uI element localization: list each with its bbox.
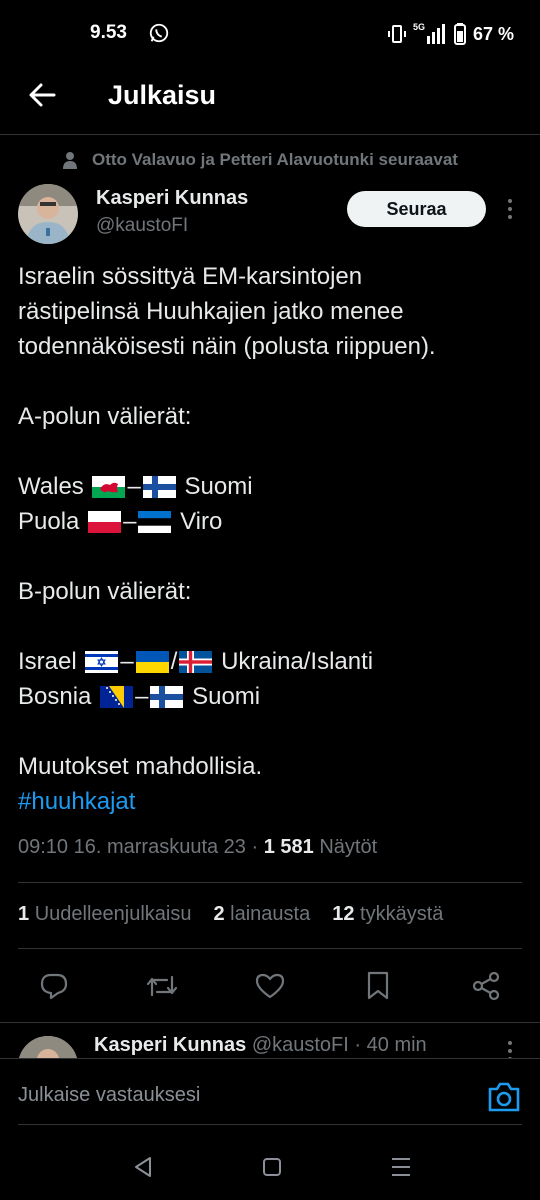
repost-icon bbox=[146, 975, 178, 997]
views-label: Näytöt bbox=[319, 836, 378, 858]
engagement-stats: 1 Uudelleenjulkaisu 2 lainausta 12 tykkä… bbox=[18, 903, 443, 926]
timestamp[interactable]: 09:10 16. marraskuuta 23 bbox=[18, 836, 246, 858]
match-poland-estonia: Puola – Viro bbox=[18, 504, 528, 539]
tweet-actions bbox=[18, 962, 522, 1010]
author-name[interactable]: Kasperi Kunnas bbox=[96, 187, 248, 210]
a-path-heading: A-polun välierät: bbox=[18, 403, 192, 430]
team-ukraine-iceland: Ukraina/Islanti bbox=[221, 648, 374, 675]
reposts-stat[interactable]: 1 Uudelleenjulkaisu bbox=[18, 903, 191, 926]
share-button[interactable] bbox=[470, 970, 502, 1002]
wales-flag-icon bbox=[92, 475, 126, 498]
match-bosnia-finland: Bosnia – Suomi bbox=[18, 679, 528, 714]
page-header bbox=[0, 70, 540, 135]
divider bbox=[18, 1124, 522, 1125]
battery-level: 67 % bbox=[473, 23, 515, 44]
person-icon bbox=[63, 152, 77, 169]
tweet-line: rästipelinsä Huuhkajien jatko menee bbox=[18, 298, 404, 325]
match-israel-ukraine-iceland: Israel – / Ukraina/Islanti bbox=[18, 644, 528, 679]
tweet-line: todennäköisesti näin (polusta riippuen). bbox=[18, 333, 436, 360]
battery-icon bbox=[454, 23, 467, 45]
slash: / bbox=[170, 648, 178, 675]
share-icon bbox=[472, 971, 500, 1001]
bookmark-icon bbox=[367, 971, 389, 1000]
quotes-stat[interactable]: 2 lainausta bbox=[213, 903, 310, 926]
camera-icon[interactable] bbox=[486, 1080, 522, 1114]
dash: – bbox=[120, 648, 134, 675]
iceland-flag-icon bbox=[179, 650, 213, 673]
reply-author-name: Kasperi Kunnas bbox=[94, 1034, 247, 1056]
follow-button[interactable]: Seuraa bbox=[347, 191, 486, 227]
likes-stat[interactable]: 12 tykkäystä bbox=[332, 903, 443, 926]
likes-label: tykkäystä bbox=[360, 903, 444, 925]
estonia-flag-icon bbox=[138, 510, 172, 533]
tweet-meta: 09:10 16. marraskuuta 23 · 1 581 Näytöt bbox=[18, 836, 377, 859]
hashtag-link[interactable]: #huuhkajat bbox=[18, 784, 528, 819]
nav-recents-icon[interactable] bbox=[386, 1152, 416, 1182]
nav-home-icon[interactable] bbox=[257, 1152, 287, 1182]
more-options-icon[interactable] bbox=[500, 196, 520, 222]
dash: – bbox=[123, 508, 137, 535]
quotes-count: 2 bbox=[213, 903, 225, 925]
network-type: 5G bbox=[413, 22, 426, 32]
reply-time: 40 min bbox=[366, 1034, 427, 1056]
b-path-heading: B-polun välierät: bbox=[18, 578, 192, 605]
match-wales-finland: Wales – Suomi bbox=[18, 469, 528, 504]
tweet-outro: Muutokset mahdollisia. bbox=[18, 753, 263, 780]
repost-button[interactable] bbox=[146, 970, 178, 1002]
finland-flag-icon bbox=[142, 475, 176, 498]
status-indicators: 5G 67 % bbox=[388, 22, 514, 46]
divider bbox=[0, 1022, 540, 1023]
dash: – bbox=[127, 473, 141, 500]
dash: – bbox=[135, 683, 149, 710]
team-poland: Puola bbox=[18, 508, 80, 535]
views-count: 1 581 bbox=[263, 836, 314, 858]
signal-icon bbox=[427, 24, 446, 44]
bosnia-flag-icon bbox=[100, 685, 134, 708]
team-bosnia: Bosnia bbox=[18, 683, 92, 710]
reply-input[interactable]: Julkaise vastauksesi bbox=[18, 1084, 200, 1107]
team-wales: Wales bbox=[18, 473, 84, 500]
reply-separator: · bbox=[354, 1034, 362, 1056]
quotes-label: lainausta bbox=[230, 903, 311, 925]
team-finland: Suomi bbox=[184, 473, 253, 500]
team-estonia: Viro bbox=[180, 508, 223, 535]
reply-button[interactable] bbox=[38, 970, 70, 1002]
back-arrow-icon[interactable] bbox=[24, 80, 60, 110]
finland-flag-icon bbox=[150, 685, 184, 708]
nav-back-icon[interactable] bbox=[128, 1152, 158, 1182]
meta-separator: · bbox=[251, 836, 259, 858]
social-context[interactable]: Otto Valavuo ja Petteri Alavuotunki seur… bbox=[62, 150, 458, 170]
reply-icon bbox=[40, 973, 68, 1000]
reply-header[interactable]: Kasperi Kunnas @kaustoFI · 40 min bbox=[94, 1034, 427, 1057]
team-finland: Suomi bbox=[192, 683, 261, 710]
team-israel: Israel bbox=[18, 648, 77, 675]
social-context-text: Otto Valavuo ja Petteri Alavuotunki seur… bbox=[92, 150, 458, 169]
reposts-label: Uudelleenjulkaisu bbox=[34, 903, 192, 925]
like-button[interactable] bbox=[254, 970, 286, 1002]
like-icon bbox=[255, 973, 285, 999]
reply-author-handle: @kaustoFI bbox=[251, 1034, 349, 1056]
divider bbox=[18, 948, 522, 949]
likes-count: 12 bbox=[332, 903, 355, 925]
vibrate-icon bbox=[388, 25, 406, 43]
author-avatar[interactable] bbox=[18, 184, 78, 244]
israel-flag-icon bbox=[85, 650, 119, 673]
page-title: Julkaisu bbox=[108, 80, 217, 110]
tweet-line: Israelin sössittyä EM-karsintojen bbox=[18, 263, 363, 290]
reposts-count: 1 bbox=[18, 903, 30, 925]
author-handle[interactable]: @kaustoFI bbox=[96, 215, 188, 237]
whatsapp-icon bbox=[149, 23, 169, 43]
divider bbox=[18, 882, 522, 883]
status-time: 9.53 bbox=[90, 22, 127, 43]
poland-flag-icon bbox=[88, 510, 122, 533]
bookmark-button[interactable] bbox=[362, 970, 394, 1002]
tweet-body: Israelin sössittyä EM-karsintojen rästip… bbox=[18, 259, 528, 819]
ukraine-flag-icon bbox=[135, 650, 169, 673]
